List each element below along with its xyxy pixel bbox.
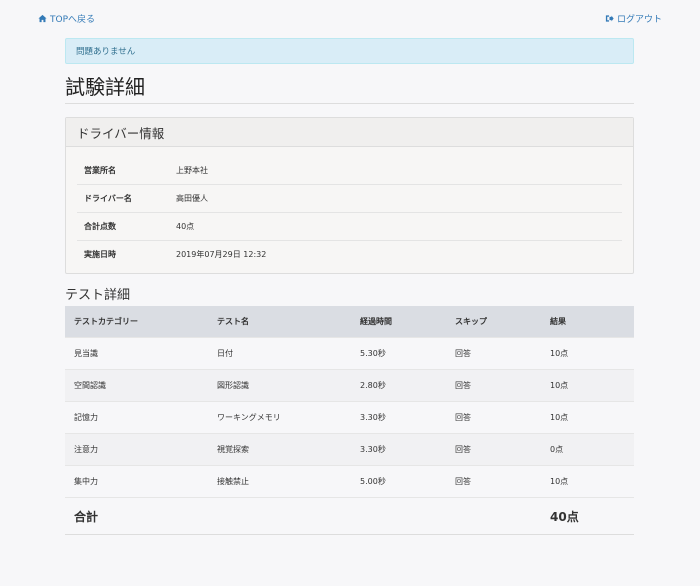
top-navigation: TOPへ戻る ログアウト [38,12,662,26]
table-row: 集中力 接触禁止 5.00秒 回答 10点 [65,465,634,498]
driver-info-heading: ドライバー情報 [66,118,633,147]
table-cell: 3.30秒 [351,401,446,434]
table-cell: 接触禁止 [208,465,351,498]
title-divider [65,103,634,104]
test-detail-table: テストカテゴリー テスト名 経過時間 スキップ 結果 見当識 日付 5.30秒 … [65,306,634,535]
info-label: 合計点数 [84,222,116,231]
table-row: 注意力 視覚探索 3.30秒 回答 0点 [65,433,634,466]
column-header: 結果 [550,317,566,326]
info-row-total-score: 合計点数 40点 [77,213,622,241]
table-cell [351,497,446,535]
info-label: 実施日時 [84,250,116,259]
table-cell: 空間認識 [65,369,208,402]
info-label: ドライバー名 [84,194,132,203]
table-cell: 5.00秒 [351,465,446,498]
table-cell: 10点 [541,401,634,434]
table-cell: 0点 [541,433,634,466]
table-cell: 回答 [446,433,541,466]
driver-info-body: 営業所名 上野本社 ドライバー名 高田優人 合計点数 40点 実施日時 2019… [66,147,633,268]
table-cell: 記憶力 [65,401,208,434]
table-cell: 回答 [446,337,541,370]
total-value: 40点 [541,497,634,535]
total-row: 合計 40点 [65,497,634,535]
table-row: 見当識 日付 5.30秒 回答 10点 [65,337,634,370]
table-row: 記憶力 ワーキングメモリ 3.30秒 回答 10点 [65,401,634,434]
column-header: 経過時間 [360,317,392,326]
column-header: テストカテゴリー [74,317,138,326]
table-cell: 2.80秒 [351,369,446,402]
info-row-office: 営業所名 上野本社 [77,157,622,185]
info-label: 営業所名 [84,166,116,175]
table-cell: 回答 [446,369,541,402]
status-alert: 問題ありません [65,38,634,64]
table-row: 空間認識 図形認識 2.80秒 回答 10点 [65,369,634,402]
table-cell: 10点 [541,465,634,498]
table-cell: 視覚探索 [208,433,351,466]
table-cell: 回答 [446,465,541,498]
table-cell: 集中力 [65,465,208,498]
logout-link[interactable]: ログアウト [605,12,662,25]
table-cell: ワーキングメモリ [208,401,351,434]
logout-link-label: ログアウト [616,15,662,25]
total-label: 合計 [65,497,208,535]
table-cell: 日付 [208,337,351,370]
table-header-row: テストカテゴリー テスト名 経過時間 スキップ 結果 [65,306,634,338]
table-cell: 注意力 [65,433,208,466]
test-detail-title: テスト詳細 [65,288,131,303]
table-cell: 10点 [541,337,634,370]
info-value: 高田優人 [176,194,208,203]
home-icon [38,14,47,23]
driver-info-panel: ドライバー情報 営業所名 上野本社 ドライバー名 高田優人 合計点数 40点 実… [65,117,634,274]
top-link[interactable]: TOPへ戻る [38,12,95,25]
page-title: 試験詳細 [65,75,145,99]
table-cell: 10点 [541,369,634,402]
main-container: 問題ありません 試験詳細 ドライバー情報 営業所名 上野本社 ドライバー名 高田… [65,38,634,535]
table-cell: 3.30秒 [351,433,446,466]
table-cell: 5.30秒 [351,337,446,370]
info-row-datetime: 実施日時 2019年07月29日 12:32 [77,241,622,268]
table-cell [446,497,541,535]
info-value: 2019年07月29日 12:32 [176,250,267,259]
column-header: スキップ [455,317,487,326]
info-value: 40点 [176,222,195,231]
table-cell: 回答 [446,401,541,434]
info-row-driver-name: ドライバー名 高田優人 [77,185,622,213]
top-link-label: TOPへ戻る [50,15,96,25]
alert-message: 問題ありません [76,47,136,57]
table-cell: 図形認識 [208,369,351,402]
info-value: 上野本社 [176,166,208,175]
column-header: テスト名 [217,317,249,326]
table-cell: 見当識 [65,337,208,370]
sign-out-icon [605,15,614,22]
table-cell [208,497,351,535]
